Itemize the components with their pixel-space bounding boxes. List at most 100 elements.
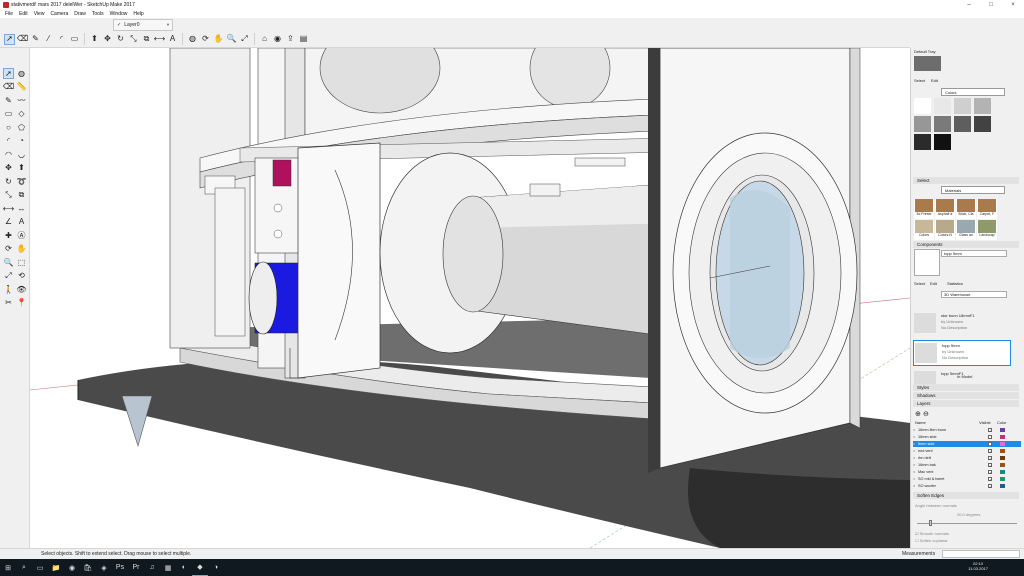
offset-icon[interactable]: ⧉	[16, 190, 27, 201]
layer-color-swatch[interactable]	[1000, 449, 1005, 453]
add-layer-button[interactable]: ⊕	[915, 410, 921, 418]
angle-slider-thumb[interactable]	[929, 520, 932, 526]
line-icon[interactable]: ⁄	[43, 34, 54, 45]
protractor-icon[interactable]: ∠	[3, 217, 14, 228]
text-icon[interactable]: A	[16, 217, 27, 228]
layer-visible-checkbox[interactable]	[988, 435, 992, 439]
color-swatch[interactable]	[914, 134, 931, 150]
layers-col-name[interactable]: Name	[915, 420, 926, 425]
app2-icon[interactable]: ◐	[176, 559, 192, 576]
app-icon[interactable]: ◈	[96, 559, 112, 576]
minimize-button[interactable]: –	[958, 0, 980, 9]
paint-icon[interactable]: ◍	[187, 34, 198, 45]
taskview-icon[interactable]: ▭	[32, 559, 48, 576]
menu-window[interactable]: Window	[107, 11, 131, 17]
3dtext-icon[interactable]: Ⓐ	[16, 230, 27, 241]
polygon-icon[interactable]: ⬠	[16, 122, 27, 133]
move-icon[interactable]: ✥	[102, 34, 113, 45]
components-tab-statistics[interactable]: Statistics	[947, 281, 963, 286]
remove-layer-button[interactable]: ⊖	[923, 410, 929, 418]
menu-help[interactable]: Help	[130, 11, 146, 17]
orbit-icon[interactable]: ⟳	[3, 244, 14, 255]
chrome-icon[interactable]: ◉	[64, 559, 80, 576]
pushpull-icon[interactable]: ⬆	[89, 34, 100, 45]
zoomextents-icon[interactable]: ⤢	[3, 271, 14, 282]
soften-edges-header[interactable]: Soften Edges	[913, 492, 1019, 499]
circle-icon[interactable]: ○	[3, 122, 14, 133]
select-icon[interactable]: ➚	[3, 68, 14, 79]
windows-icon[interactable]: ⊞	[0, 559, 16, 576]
chevron-down-icon[interactable]: ▼	[166, 22, 170, 27]
layer-color-swatch[interactable]	[1000, 428, 1005, 432]
layer-color-swatch[interactable]	[1000, 442, 1005, 446]
previous-icon[interactable]: ⟲	[16, 271, 27, 282]
scale-icon[interactable]: ⤡	[128, 34, 139, 45]
layer-row[interactable]: ○ rbn dett ✓	[913, 455, 1021, 461]
section-icon[interactable]: ✂	[3, 298, 14, 309]
explorer-icon[interactable]: 📁	[48, 559, 64, 576]
colors-library-select[interactable]: Colors	[941, 88, 1005, 96]
layer-color-swatch[interactable]	[1000, 477, 1005, 481]
followme-icon[interactable]: ➰	[16, 176, 27, 187]
menu-file[interactable]: File	[2, 11, 16, 17]
pie-icon[interactable]: ◔	[16, 136, 27, 147]
zoomwindow-icon[interactable]: ⬚	[16, 257, 27, 268]
freehand-icon[interactable]: 〰	[16, 95, 27, 106]
lookaround-icon[interactable]: 👁	[16, 284, 27, 295]
pan-icon[interactable]: ✋	[16, 244, 27, 255]
model-viewport[interactable]	[30, 48, 910, 548]
menu-edit[interactable]: Edit	[16, 11, 31, 17]
layer-color-swatch[interactable]	[1000, 435, 1005, 439]
color-swatch[interactable]	[934, 116, 951, 132]
search-icon[interactable]: ⌕	[16, 559, 32, 576]
close-button[interactable]: ×	[1002, 0, 1024, 9]
layers-col-color[interactable]: Color	[997, 420, 1007, 425]
taskbar-clock[interactable]: 02:10 11.03.2017	[968, 561, 988, 571]
warehouse-search-input[interactable]: 3D Warehouse	[941, 291, 1007, 298]
colors-tab-select[interactable]: Select	[914, 78, 925, 83]
extension-icon[interactable]: ◉	[272, 34, 283, 45]
styles-header[interactable]: Styles	[913, 384, 1019, 391]
pencil-icon[interactable]: ✎	[30, 34, 41, 45]
layer-row[interactable]: ○ SO mid & tweet ✓	[913, 476, 1021, 482]
layer-color-swatch[interactable]	[1000, 463, 1005, 467]
material-thumbnail[interactable]: Glass an	[956, 220, 976, 240]
layer-row[interactable]: ○ 16mm side	[913, 434, 1021, 440]
component-result[interactable]: topp 5mm by Unknown No Description	[913, 340, 1011, 366]
material-thumbnail[interactable]: 3d Printer	[914, 199, 934, 219]
zoom-extents-icon[interactable]: ⤢	[239, 34, 250, 45]
spotify-icon[interactable]: ♫	[144, 559, 160, 576]
calculator-icon[interactable]: ▦	[160, 559, 176, 576]
arc2-icon[interactable]: ◠	[3, 149, 14, 160]
layer-visible-checkbox[interactable]: ✓	[988, 442, 992, 447]
maximize-button[interactable]: □	[980, 0, 1002, 9]
in-model-label[interactable]: In Model	[957, 374, 972, 379]
layer-color-swatch[interactable]	[1000, 484, 1005, 488]
pushpull-icon[interactable]: ⬆	[16, 163, 27, 174]
scale-icon[interactable]: ⤡	[3, 190, 14, 201]
layer-visible-checkbox[interactable]: ✓	[988, 449, 992, 454]
color-swatch[interactable]	[934, 134, 951, 150]
material-thumbnail[interactable]: Asphalt a	[935, 199, 955, 219]
arc-icon[interactable]: ◜	[3, 136, 14, 147]
layout-icon[interactable]: ▤	[298, 34, 309, 45]
pan-icon[interactable]: ✋	[213, 34, 224, 45]
select-icon[interactable]: ➚	[4, 33, 15, 45]
layer-visible-checkbox[interactable]: ✓	[988, 470, 992, 475]
color-swatch[interactable]	[974, 98, 991, 114]
eraser-icon[interactable]: ⌫	[3, 82, 14, 93]
text-icon[interactable]: A	[167, 34, 178, 45]
premiere-icon[interactable]: Pr	[128, 559, 144, 576]
store-icon[interactable]: 🛍	[80, 559, 96, 576]
material-thumbnail[interactable]: Colors	[914, 220, 934, 240]
layer-selector[interactable]: ✓ Layer0 ▼	[113, 19, 173, 31]
layer-row[interactable]: ○ Mac vent ✓	[913, 469, 1021, 475]
app3-icon[interactable]: ◑	[208, 559, 224, 576]
dimension-icon[interactable]: ↔	[16, 203, 27, 214]
zoom-icon[interactable]: 🔍	[3, 257, 14, 268]
arc-icon[interactable]: ◜	[56, 34, 67, 45]
menu-view[interactable]: View	[31, 11, 48, 17]
menu-camera[interactable]: Camera	[47, 11, 71, 17]
layer-visible-checkbox[interactable]: ✓	[988, 456, 992, 461]
arc3-icon[interactable]: ◡	[16, 149, 27, 160]
